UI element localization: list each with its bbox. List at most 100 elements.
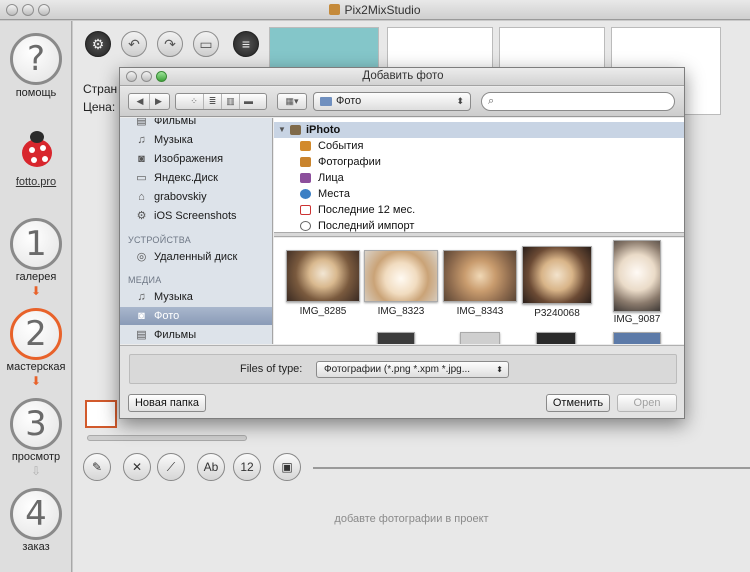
image-button[interactable]: ▣ [273, 453, 301, 481]
photo-thumbnail[interactable] [536, 332, 576, 344]
rotate-right-button[interactable]: ↷ [157, 31, 183, 57]
app-title-text: Pix2MixStudio [344, 3, 421, 17]
numbers-icon: 12 [240, 460, 254, 474]
list-view-icon[interactable]: ≣ [203, 94, 221, 109]
back-forward-control[interactable]: ◀ ▶ [128, 93, 170, 110]
pane-splitter[interactable] [274, 232, 684, 237]
tree-item-places[interactable]: Места [274, 186, 684, 202]
photos-icon [300, 157, 311, 167]
events-icon [300, 141, 311, 151]
undo-icon: ↶ [128, 36, 140, 52]
help-button[interactable]: ? [10, 33, 62, 85]
color-swatch[interactable] [85, 400, 117, 428]
devices-header: УСТРОЙСТВА [128, 235, 192, 245]
step-number: 1 [25, 224, 47, 264]
sidebar-item-home[interactable]: ⌂ grabovskiy [120, 188, 272, 206]
iphoto-source-tree: ▼ iPhoto События Фотографии Лица Места По… [274, 118, 684, 232]
photo-name: IMG_8343 [456, 306, 504, 317]
disclosure-triangle-icon[interactable]: ▼ [278, 122, 286, 138]
fotto-pro-link[interactable]: fotto.pro [0, 176, 72, 188]
sidebar-item-remote-disc[interactable]: ◎ Удаленный диск [120, 248, 272, 266]
sidebar-item-label: Фильмы [154, 329, 197, 341]
photo-thumbnail[interactable] [443, 250, 517, 302]
tree-item-faces[interactable]: Лица [274, 170, 684, 186]
sidebar-item-pictures[interactable]: ◙ Изображения [120, 150, 272, 168]
app-title: Pix2MixStudio [0, 3, 750, 17]
step-preview-button[interactable]: 3 [10, 398, 62, 450]
arrange-menu-button[interactable]: ▦▾ [277, 93, 307, 110]
text-button[interactable]: Ab [197, 453, 225, 481]
app-icon [329, 4, 341, 15]
back-arrow-icon[interactable]: ◀ [131, 94, 149, 109]
gear-icon: ⚙ [91, 36, 105, 52]
photo-thumbnail[interactable] [286, 250, 360, 302]
step-preview-label: просмотр [11, 451, 61, 463]
tree-item-events[interactable]: События [274, 138, 684, 154]
sidebar-item-label: Изображения [154, 153, 224, 165]
clock-icon [300, 221, 311, 231]
sidebar-item-label: Музыка [154, 291, 193, 303]
step-order-button[interactable]: 4 [10, 488, 62, 540]
book-view-button[interactable]: ▭ [193, 31, 219, 57]
location-popup[interactable]: Фото ⬍ [313, 92, 471, 111]
sidebar-item-media-movies[interactable]: ▤ Фильмы [120, 326, 272, 344]
step-gallery-button[interactable]: 1 [10, 218, 62, 270]
search-field[interactable]: ⌕ [481, 92, 675, 111]
sidebar-item-label: grabovskiy [154, 191, 207, 203]
sidebar-item-media-photos[interactable]: ◙ Фото [120, 307, 272, 325]
icon-view-icon[interactable]: ⁘ [185, 94, 203, 109]
sidebar-item-music[interactable]: ♫ Музыка [120, 131, 272, 149]
sidebar-item-label: iOS Screenshots [154, 210, 237, 222]
open-button[interactable]: Open [617, 394, 677, 412]
dialog-toolbar: ◀ ▶ ⁘ ≣ ▥ ▬ ▦▾ Фото ⬍ ⌕ [120, 87, 684, 117]
ladybug-logo-icon[interactable] [18, 131, 56, 169]
sidebar-item-media-music[interactable]: ♫ Музыка [120, 288, 272, 306]
photo-thumbnail[interactable] [460, 332, 500, 344]
price-label: Цена: [83, 100, 116, 114]
tree-item-label: Последний импорт [318, 220, 415, 232]
grid-icon: ▦▾ [285, 96, 299, 106]
photo-thumbnail[interactable] [613, 240, 661, 312]
tree-item-label: События [318, 140, 364, 152]
photo-name: IMG_9087 [613, 314, 661, 325]
sidebar-item-ios-screenshots[interactable]: ⚙ iOS Screenshots [120, 207, 272, 225]
brush-button[interactable]: ⟋ [157, 453, 185, 481]
music-icon: ♫ [137, 291, 146, 303]
page-label: Стран [83, 82, 118, 96]
view-mode-control[interactable]: ⁘ ≣ ▥ ▬ [175, 93, 267, 110]
sidebar-item-movies[interactable]: ▤ Фильмы [120, 118, 272, 130]
tree-item-photos[interactable]: Фотографии [274, 154, 684, 170]
text-icon: Ab [203, 460, 219, 474]
location-popup-value: Фото [336, 95, 362, 107]
updown-chevron-icon: ⬍ [496, 365, 503, 374]
paste-button[interactable]: ✎ [83, 453, 111, 481]
delete-button[interactable]: ✕ [123, 453, 151, 481]
photo-thumbnail[interactable] [522, 246, 592, 304]
size-slider[interactable] [87, 435, 247, 441]
forward-arrow-icon[interactable]: ▶ [149, 94, 167, 109]
settings-gear-button[interactable]: ⚙ [85, 31, 111, 57]
sidebar-item-yandex-disk[interactable]: ▭ Яндекс.Диск [120, 169, 272, 187]
tree-item-iphoto[interactable]: ▼ iPhoto [274, 122, 684, 138]
photo-thumbnail[interactable] [613, 332, 661, 344]
empty-project-hint: добавте фотографии в проект [334, 513, 489, 525]
photo-thumbnail[interactable] [364, 250, 438, 302]
numbering-button[interactable]: 12 [233, 453, 261, 481]
step-workshop-button[interactable]: 2 [10, 308, 62, 360]
column-view-icon[interactable]: ▥ [221, 94, 239, 109]
file-type-popup[interactable]: Фотографии (*.png *.xpm *.jpg... ⬍ [316, 361, 509, 378]
gear-icon: ⚙ [136, 210, 147, 222]
file-type-label: Files of type: [240, 363, 303, 375]
step-number: 2 [25, 314, 47, 354]
photo-thumbnail[interactable] [377, 332, 415, 344]
layers-icon: ≡ [241, 36, 251, 52]
rotate-left-button[interactable]: ↶ [121, 31, 147, 57]
new-folder-button[interactable]: Новая папка [128, 394, 206, 412]
tree-item-last-12-months[interactable]: Последние 12 мес. [274, 202, 684, 218]
folder-icon: ▭ [136, 172, 147, 184]
layers-button[interactable]: ≡ [233, 31, 259, 57]
cancel-button[interactable]: Отменить [546, 394, 610, 412]
workflow-sidebar: ? помощь fotto.pro 1 галерея ⬇ 2 мастерс… [0, 21, 72, 572]
coverflow-view-icon[interactable]: ▬ [239, 94, 257, 109]
arrow-down-icon: ⬇ [30, 284, 42, 298]
